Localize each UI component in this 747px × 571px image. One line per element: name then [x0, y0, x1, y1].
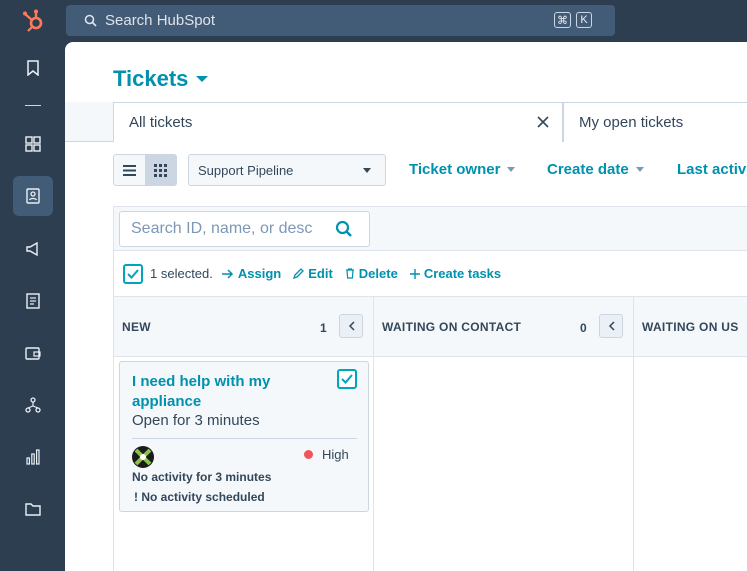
- column-header-waiting-on-us: WAITING ON US: [642, 297, 739, 357]
- filter-label: Last activ: [677, 161, 747, 178]
- column-header-new: NEW: [122, 297, 151, 357]
- column-name: WAITING ON CONTACT: [382, 320, 522, 334]
- assign-button[interactable]: Assign: [221, 266, 282, 281]
- owner-avatar-icon: [134, 448, 152, 466]
- column-name: WAITING ON US: [642, 320, 739, 334]
- megaphone-icon[interactable]: [13, 229, 53, 269]
- nav-divider: [25, 105, 41, 106]
- wallet-icon[interactable]: [13, 333, 53, 373]
- priority-badge: High: [304, 447, 349, 462]
- chevron-left-icon: [348, 321, 355, 331]
- ticket-card[interactable]: I need help with my appliance Open for 3…: [119, 361, 369, 512]
- pencil-icon: [293, 268, 305, 279]
- board-grid-icon: [154, 163, 167, 177]
- priority-label: High: [322, 447, 349, 462]
- last-activity-text: No activity for 3 minutes: [132, 470, 272, 484]
- filter-label: Ticket owner: [409, 161, 501, 178]
- filter-label: Create date: [547, 161, 629, 178]
- hubspot-sprocket-icon[interactable]: [22, 9, 46, 33]
- contacts-icon[interactable]: [13, 176, 53, 216]
- pipeline-value: Support Pipeline: [198, 162, 294, 178]
- column-divider: [633, 297, 634, 571]
- chevron-down-icon: [196, 76, 209, 82]
- folder-icon[interactable]: [13, 489, 53, 529]
- edit-button[interactable]: Edit: [293, 266, 333, 281]
- tab-all-tickets[interactable]: All tickets: [113, 102, 563, 142]
- collapse-column-button[interactable]: [339, 314, 363, 338]
- tab-label: My open tickets: [579, 114, 684, 131]
- search-placeholder: Search ID, name, or desc: [131, 220, 313, 237]
- tab-label: All tickets: [129, 114, 193, 131]
- bookmark-icon[interactable]: [13, 48, 53, 88]
- document-icon[interactable]: [13, 281, 53, 321]
- checkmark-icon: [341, 374, 353, 384]
- chevron-down-icon: [635, 167, 644, 172]
- filter-last-activity[interactable]: Last activ: [677, 161, 746, 178]
- action-label: Edit: [308, 266, 333, 281]
- search-placeholder: Search HubSpot: [105, 12, 216, 29]
- top-bar: Search HubSpot ⌘ K: [0, 0, 747, 42]
- create-tasks-button[interactable]: Create tasks: [409, 266, 502, 281]
- action-label: Delete: [358, 266, 398, 281]
- page-title: Tickets: [113, 66, 189, 91]
- priority-dot-icon: [304, 450, 313, 459]
- shortcut-k-key: K: [576, 12, 592, 28]
- filter-create-date[interactable]: Create date: [547, 161, 644, 178]
- column-divider: [373, 297, 374, 571]
- list-icon: [123, 164, 136, 176]
- search-icon: [84, 14, 97, 27]
- action-label: Create tasks: [423, 266, 502, 281]
- view-toggle: [113, 154, 177, 186]
- scheduled-text: No activity scheduled: [141, 490, 265, 504]
- column-headers: NEW 1 WAITING ON CONTACT 0 WAITING ON US: [114, 297, 747, 357]
- select-all-checkbox[interactable]: [123, 263, 143, 284]
- search-icon[interactable]: [335, 220, 353, 238]
- board-header: Search ID, name, or desc: [114, 207, 747, 251]
- chevron-down-icon: [363, 168, 371, 173]
- ticket-select-checkbox[interactable]: [337, 369, 357, 389]
- ticket-title-link[interactable]: I need help with my appliance: [132, 372, 332, 412]
- plus-icon: [409, 268, 420, 279]
- main-content: Tickets All tickets My open tickets Supp…: [65, 42, 747, 571]
- chevron-down-icon: [507, 167, 516, 172]
- ticket-board: Search ID, name, or desc 1 selected. Ass…: [113, 206, 747, 571]
- ticket-open-duration: Open for 3 minutes: [132, 412, 260, 429]
- shortcut-cmd-key: ⌘: [554, 12, 571, 28]
- checkmark-icon: [127, 268, 139, 279]
- tab-my-open-tickets[interactable]: My open tickets: [563, 102, 747, 142]
- workflow-icon[interactable]: [13, 385, 53, 425]
- delete-button[interactable]: Delete: [345, 266, 398, 281]
- bar-chart-icon[interactable]: [13, 437, 53, 477]
- action-label: Assign: [237, 266, 282, 281]
- filter-ticket-owner[interactable]: Ticket owner: [409, 161, 516, 178]
- trash-icon: [345, 268, 354, 279]
- collapse-column-button[interactable]: [599, 314, 623, 338]
- board-view-button[interactable]: [145, 155, 176, 185]
- list-view-button[interactable]: [114, 155, 145, 185]
- grid-icon[interactable]: [13, 124, 53, 164]
- column-header-waiting-on-contact: WAITING ON CONTACT: [382, 297, 521, 357]
- global-search-input[interactable]: Search HubSpot ⌘ K: [66, 5, 615, 36]
- avatar[interactable]: [132, 446, 154, 468]
- selected-count: 1 selected.: [150, 266, 213, 281]
- close-icon[interactable]: [536, 115, 550, 129]
- card-divider: [132, 438, 357, 439]
- scheduled-activity: ! No activity scheduled: [134, 490, 265, 504]
- column-count: 0: [580, 321, 587, 335]
- pipeline-select[interactable]: Support Pipeline: [188, 154, 386, 186]
- column-count: 1: [320, 321, 327, 335]
- bulk-actions-bar: 1 selected. Assign Edit Delete Create ta…: [114, 251, 747, 297]
- board-search-input[interactable]: Search ID, name, or desc: [119, 211, 370, 247]
- left-navigation: [0, 42, 65, 571]
- arrow-right-icon: [221, 268, 233, 279]
- filter-bar: Support Pipeline Ticket owner Create dat…: [113, 154, 747, 186]
- chevron-left-icon: [608, 321, 615, 331]
- page-title-dropdown[interactable]: Tickets: [113, 66, 209, 92]
- column-name: NEW: [122, 320, 151, 334]
